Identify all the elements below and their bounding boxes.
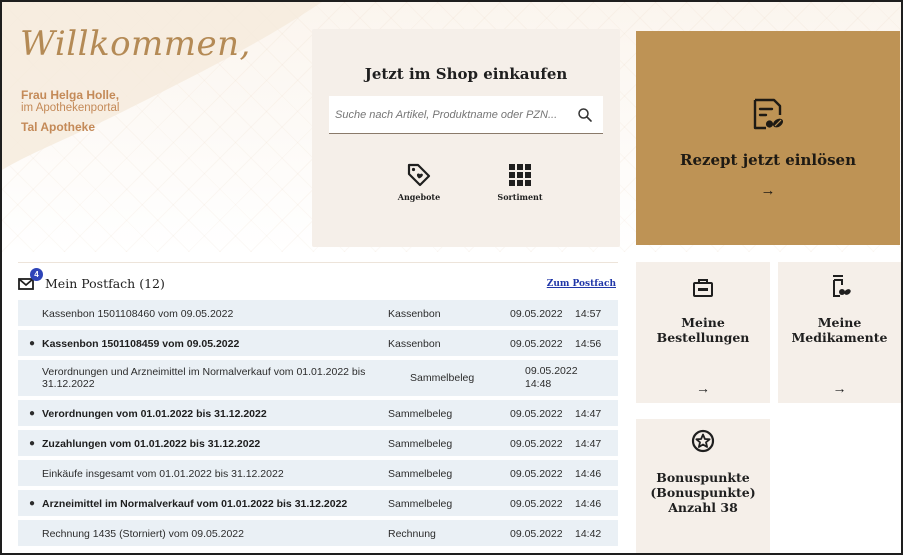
grid-icon xyxy=(509,164,531,186)
message-subject: Verordnungen vom 01.01.2022 bis 31.12.20… xyxy=(42,408,267,420)
arrow-right-icon: → xyxy=(760,182,776,199)
portal-label: im Apothekenportal xyxy=(21,102,120,114)
medications-label-line1: Meine xyxy=(817,315,862,330)
message-time: 14:47 xyxy=(575,408,602,420)
message-row[interactable]: ● Kassenbon 1501108459 vom 09.05.2022 Ka… xyxy=(18,330,618,356)
mailbox-message-list: Kassenbon 1501108460 vom 09.05.2022 Kass… xyxy=(18,300,618,550)
message-row[interactable]: ● Zuzahlungen vom 01.01.2022 bis 31.12.2… xyxy=(18,430,618,456)
orders-label-line2: Bestellungen xyxy=(656,330,750,345)
message-date: 09.05.2022 xyxy=(510,468,563,480)
search-input[interactable] xyxy=(329,96,569,134)
message-row[interactable]: ● Verordnungen vom 01.01.2022 bis 31.12.… xyxy=(18,400,618,426)
message-type: Sammelbeleg xyxy=(388,468,453,480)
tag-heart-icon xyxy=(407,163,431,187)
message-date: 09.05.2022 xyxy=(510,338,563,350)
message-time: 14:46 xyxy=(575,498,602,510)
medications-label-line2: Medikamente xyxy=(791,330,888,345)
assortment-link[interactable]: Sortiment xyxy=(485,162,555,202)
message-subject: Arzneimittel im Normalverkauf vom 01.01.… xyxy=(42,498,348,510)
message-type: Kassenbon xyxy=(388,338,441,350)
message-row[interactable]: Kassenbon 1501108460 vom 09.05.2022 Kass… xyxy=(18,300,618,326)
bonus-points-count: Anzahl 38 xyxy=(668,500,738,515)
message-type: Sammelbeleg xyxy=(388,498,453,510)
pill-bottle-icon xyxy=(832,275,851,297)
bonus-label-line2: (Bonuspunkte) xyxy=(650,485,756,500)
orders-label-line1: Meine xyxy=(681,315,725,330)
mailbox-icon-wrap: 4 xyxy=(18,268,44,290)
prescription-icon xyxy=(753,98,784,130)
search-icon[interactable] xyxy=(577,107,593,123)
shop-card: Jetzt im Shop einkaufen Angebote xyxy=(312,29,620,247)
message-date: 09.05.2022 xyxy=(510,408,563,420)
message-type: Sammelbeleg xyxy=(388,438,453,450)
customer-name: Frau Helga Holle, xyxy=(21,88,120,102)
message-row[interactable]: ● Arzneimittel im Normalverkauf vom 01.0… xyxy=(18,490,618,516)
search-box xyxy=(329,96,603,134)
shopping-basket-icon xyxy=(693,279,713,297)
message-date: 09.05.2022 xyxy=(510,498,563,510)
bonus-points-card[interactable]: Bonuspunkte (Bonuspunkte) Anzahl 38 xyxy=(636,419,770,553)
message-time: 14:56 xyxy=(575,338,602,350)
my-orders-card[interactable]: Meine Bestellungen → xyxy=(636,262,770,403)
message-type: Rechnung xyxy=(388,528,436,540)
shop-title: Jetzt im Shop einkaufen xyxy=(364,65,568,83)
redeem-prescription-card[interactable]: Rezept jetzt einlösen → xyxy=(636,31,900,245)
message-time: 14:57 xyxy=(575,308,602,320)
message-date: 09.05.2022 xyxy=(525,365,578,377)
message-row[interactable]: Rechnung 1435 (Storniert) vom 09.05.2022… xyxy=(18,520,618,546)
unread-dot-icon: ● xyxy=(29,438,36,449)
message-time: 14:48 xyxy=(525,378,552,390)
message-type: Sammelbeleg xyxy=(410,372,475,384)
mailbox-header: 4 Mein Postfach (12) Zum Postfach xyxy=(18,262,618,296)
message-time: 14:46 xyxy=(575,468,602,480)
message-subject: Zuzahlungen vom 01.01.2022 bis 31.12.202… xyxy=(42,438,261,450)
message-date: 09.05.2022 xyxy=(510,308,563,320)
apotheke-portal-dashboard: Willkommen, Frau Helga Holle, im Apothek… xyxy=(2,2,901,553)
message-date: 09.05.2022 xyxy=(510,528,563,540)
unread-dot-icon: ● xyxy=(29,408,36,419)
message-subject: Rechnung 1435 (Storniert) vom 09.05.2022 xyxy=(42,528,244,540)
message-type: Sammelbeleg xyxy=(388,408,453,420)
message-date: 09.05.2022 xyxy=(510,438,563,450)
star-badge-icon xyxy=(691,429,715,453)
message-subject: Verordnungen und Arzneimittel im Normalv… xyxy=(42,366,366,390)
go-to-mailbox-link[interactable]: Zum Postfach xyxy=(547,279,616,289)
arrow-right-icon: → xyxy=(696,380,710,396)
offers-link[interactable]: Angebote xyxy=(384,162,454,202)
unread-count-badge: 4 xyxy=(30,268,43,281)
message-row[interactable]: Verordnungen und Arzneimittel im Normalv… xyxy=(18,360,618,396)
my-medications-card[interactable]: Meine Medikamente → xyxy=(778,262,901,403)
mailbox-title: Mein Postfach (12) xyxy=(45,276,165,291)
message-row[interactable]: Einkäufe insgesamt vom 01.01.2022 bis 31… xyxy=(18,460,618,486)
pharmacy-name: Tal Apotheke xyxy=(21,120,96,134)
message-type: Kassenbon xyxy=(388,308,441,320)
unread-dot-icon: ● xyxy=(29,498,36,509)
message-time: 14:42 xyxy=(575,528,602,540)
message-subject: Kassenbon 1501108459 vom 09.05.2022 xyxy=(42,338,240,350)
bonus-label-line1: Bonuspunkte xyxy=(656,470,750,485)
message-time: 14:47 xyxy=(575,438,602,450)
unread-dot-icon: ● xyxy=(29,338,36,349)
assortment-label: Sortiment xyxy=(497,192,543,202)
redeem-prescription-title: Rezept jetzt einlösen xyxy=(679,151,857,169)
message-subject: Einkäufe insgesamt vom 01.01.2022 bis 31… xyxy=(42,468,284,480)
welcome-heading: Willkommen, xyxy=(20,24,251,64)
arrow-right-icon: → xyxy=(832,380,847,396)
offers-label: Angebote xyxy=(397,192,441,202)
message-subject: Kassenbon 1501108460 vom 09.05.2022 xyxy=(42,308,234,320)
